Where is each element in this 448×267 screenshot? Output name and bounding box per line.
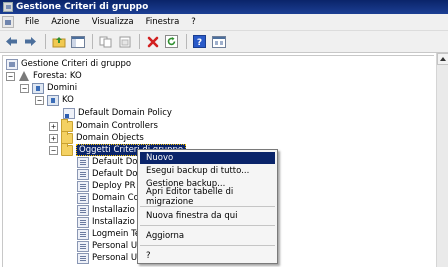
vertical-scrollbar[interactable] [436,53,448,267]
tree-item-domain[interactable]: − KO [35,94,74,106]
properties-icon[interactable] [210,33,227,50]
tree-item-gpo[interactable]: Installazio [77,204,135,216]
gpo-icon [77,168,89,180]
tree-item-gpo[interactable]: Personal U [77,252,137,264]
gpo-icon [77,156,89,168]
gpmc-icon [6,58,18,70]
domains-folder-icon [32,82,44,94]
context-menu: Nuovo Esegui backup di tutto... Gestione… [137,149,278,264]
copy-icon[interactable] [97,33,114,50]
tree-item-root[interactable]: Gestione Criteri di gruppo [6,58,131,70]
menu-item-help[interactable]: ? [140,250,275,262]
tree-item-gpo[interactable]: Default Do [77,156,138,168]
show-tree-icon[interactable] [69,33,86,50]
scroll-up-icon[interactable] [437,53,448,65]
tree-label: Domain Objects [76,133,144,143]
window-title: Gestione Criteri di gruppo [16,2,149,12]
tree-item-gpo[interactable]: Default Do [77,168,138,180]
gpo-icon [77,228,89,240]
gpo-icon [77,192,89,204]
gpo-icon [77,180,89,192]
tree-label: Personal U [92,253,138,263]
tree-item-gpo[interactable]: Domain Co [77,192,139,204]
tree-label: Foresta: KO [33,71,82,81]
toolbar-separator [186,34,187,49]
domain-icon [47,94,59,106]
tree-item-default-domain-policy[interactable]: Default Domain Policy [63,107,172,119]
menu-item-nuovo[interactable]: Nuovo [140,152,275,164]
tree-label: Deploy PR [92,181,136,191]
tree-label: Installazio [92,205,135,215]
collapse-toggle[interactable]: − [20,83,29,93]
menu-file[interactable]: File [19,17,45,27]
tree-label: Default Do [92,157,138,167]
menu-visualizza[interactable]: Visualizza [86,17,140,27]
gpo-icon [77,252,89,264]
app-icon [3,2,13,12]
tree-label: Default Domain Policy [78,108,172,118]
tree-label: KO [62,95,74,105]
back-arrow-icon[interactable] [3,33,20,50]
forward-arrow-icon[interactable] [22,33,39,50]
tree-item-gpo[interactable]: Deploy PR [77,180,136,192]
menu-help[interactable]: ? [185,17,202,27]
menu-item-refresh[interactable]: Aggiorna [140,230,275,242]
tree-label: Domain Controllers [76,121,158,131]
gpo-icon [77,216,89,228]
tree-label: Domini [47,83,78,93]
tree-item-gpo[interactable]: Personal U [77,240,137,252]
collapse-toggle[interactable]: − [35,95,44,105]
tree-label: Default Do [92,169,138,179]
tree-label: Installazio [92,217,135,227]
menu-separator [140,225,275,226]
window-menu-icon[interactable] [2,16,14,28]
tree-item-gpo[interactable]: Installazio [77,216,135,228]
toolbar-separator [139,34,140,49]
paste-icon[interactable] [116,33,133,50]
menu-item-new-window[interactable]: Nuova finestra da qui [140,210,275,222]
menu-item-migration-editor[interactable]: Apri Editor tabelle di migrazione [140,187,275,207]
tree-item-domini[interactable]: − Domini [20,82,77,94]
toolbar: ? [0,31,448,53]
forest-icon [18,70,30,82]
menu-azione[interactable]: Azione [45,17,85,27]
gpo-link-icon [63,107,75,119]
svg-text:?: ? [197,38,202,48]
tree-label: Domain Co [92,193,139,203]
title-bar: Gestione Criteri di gruppo [0,0,448,14]
expand-toggle[interactable]: + [49,121,58,131]
gpo-folder-icon [61,142,73,156]
collapse-toggle[interactable]: − [49,145,58,155]
tree-label: Logmein Te [92,229,141,239]
menu-item-backup-all[interactable]: Esegui backup di tutto... [140,165,275,177]
help-icon[interactable]: ? [191,33,208,50]
collapse-toggle[interactable]: − [6,71,15,81]
menu-separator [140,245,275,246]
gpo-icon [77,204,89,216]
menu-bar: File Azione Visualizza Finestra ? [0,14,448,31]
gpo-icon [77,240,89,252]
toolbar-separator [92,34,93,49]
delete-icon[interactable] [144,33,161,50]
folder-up-icon[interactable] [50,33,67,50]
expand-toggle[interactable]: + [49,133,58,143]
menu-separator [140,206,275,207]
tree-label: Gestione Criteri di gruppo [21,59,132,69]
tree-label: Personal U [92,241,138,251]
tree-item-gpo[interactable]: Logmein Te [77,228,140,240]
tree-item-forest[interactable]: − Foresta: KO [6,70,82,82]
menu-finestra[interactable]: Finestra [140,17,186,27]
toolbar-separator [45,34,46,49]
refresh-icon[interactable] [163,33,180,50]
